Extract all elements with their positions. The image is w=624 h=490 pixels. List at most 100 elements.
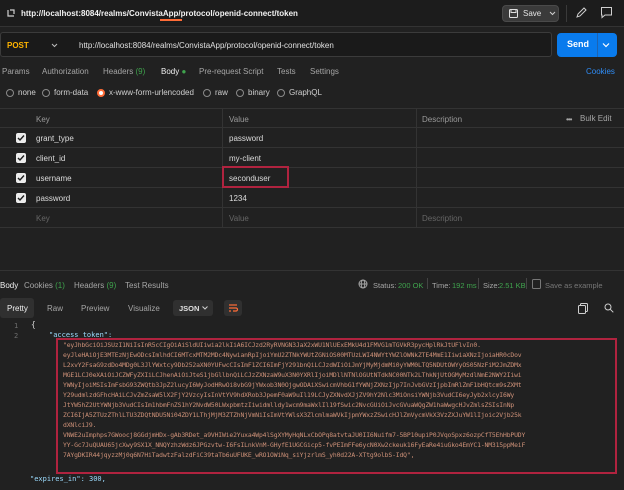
tab-authorization[interactable]: Authorization bbox=[42, 67, 89, 76]
chevron-down-icon[interactable] bbox=[51, 41, 58, 49]
send-divider bbox=[597, 33, 598, 57]
param-value[interactable]: 1234 bbox=[229, 194, 247, 203]
edit-icon[interactable] bbox=[575, 6, 587, 19]
table-row: username seconduser bbox=[0, 168, 624, 188]
column-divider bbox=[416, 108, 417, 228]
size-value[interactable]: 2.51 KB bbox=[499, 281, 526, 290]
column-header-key: Key bbox=[36, 115, 50, 124]
row-checkbox[interactable] bbox=[16, 193, 26, 203]
new-value-input[interactable]: Value bbox=[229, 214, 249, 223]
tab-label: Headers bbox=[74, 281, 105, 290]
tab-label: Body bbox=[161, 67, 180, 76]
radio-dot bbox=[236, 89, 244, 97]
view-tab-pretty[interactable]: Pretty bbox=[7, 304, 28, 313]
table-row-empty: Key Value Description bbox=[0, 208, 624, 228]
tab-count: (9) bbox=[106, 281, 117, 290]
copy-icon[interactable] bbox=[578, 303, 588, 314]
view-tab-preview[interactable]: Preview bbox=[81, 304, 109, 313]
column-header-description: Description bbox=[422, 115, 463, 124]
table-row: client_id my-client bbox=[0, 148, 624, 168]
new-key-input[interactable]: Key bbox=[36, 214, 50, 223]
save-as-example-button[interactable]: Save as example bbox=[545, 281, 603, 290]
radio-label: binary bbox=[248, 88, 270, 97]
tab-tests[interactable]: Tests bbox=[277, 67, 296, 76]
json-key-expires-in: "expires_in": 300, bbox=[30, 475, 106, 483]
line-number: 1 bbox=[14, 322, 19, 330]
search-icon[interactable] bbox=[604, 303, 614, 313]
row-checkbox[interactable] bbox=[16, 173, 26, 183]
radio-label: GraphQL bbox=[289, 88, 322, 97]
param-key[interactable]: password bbox=[36, 194, 70, 203]
tab-pre-request-script[interactable]: Pre-request Script bbox=[199, 67, 263, 76]
radio-label: raw bbox=[215, 88, 228, 97]
tab-label: Params bbox=[2, 67, 30, 76]
highlight-username-value bbox=[222, 166, 289, 188]
resp-tab-body[interactable]: Body bbox=[0, 281, 18, 290]
resp-tab-headers[interactable]: Headers (9) bbox=[74, 281, 116, 290]
save-label: Save bbox=[523, 9, 542, 18]
tab-count: (1) bbox=[55, 281, 65, 290]
format-select[interactable]: JSON bbox=[173, 300, 213, 316]
wrap-icon bbox=[229, 304, 239, 312]
param-key[interactable]: client_id bbox=[36, 154, 65, 163]
divider bbox=[478, 278, 479, 289]
wrap-lines-button[interactable] bbox=[224, 300, 242, 316]
chevron-down-icon[interactable] bbox=[602, 41, 610, 49]
save-button[interactable]: Save bbox=[502, 5, 559, 22]
body-type-radios: none form-data x-www-form-urlencoded raw… bbox=[0, 86, 624, 101]
view-tab-visualize[interactable]: Visualize bbox=[128, 304, 160, 313]
tab-label: Settings bbox=[310, 67, 339, 76]
send-label: Send bbox=[567, 39, 590, 49]
tab-body[interactable]: Body ● bbox=[161, 67, 186, 76]
check-icon bbox=[17, 155, 25, 162]
resp-tab-test-results[interactable]: Test Results bbox=[125, 281, 169, 290]
time-value[interactable]: 192 ms bbox=[452, 281, 477, 290]
cookies-link[interactable]: Cookies bbox=[586, 67, 615, 76]
view-tab-raw[interactable]: Raw bbox=[47, 304, 63, 313]
tab-settings[interactable]: Settings bbox=[310, 67, 339, 76]
chevron-down-icon[interactable] bbox=[549, 9, 556, 17]
size-label: Size: bbox=[483, 281, 500, 290]
tab-params[interactable]: Params bbox=[2, 67, 30, 76]
radio-label: x-www-form-urlencoded bbox=[109, 88, 194, 97]
tab-headers[interactable]: Headers (9) bbox=[103, 67, 145, 76]
param-key[interactable]: grant_type bbox=[36, 134, 74, 143]
line-number: 2 bbox=[14, 332, 19, 340]
new-description-input[interactable]: Description bbox=[422, 214, 462, 223]
radio-dot bbox=[203, 89, 211, 97]
param-value[interactable]: password bbox=[229, 134, 263, 143]
row-checkbox[interactable] bbox=[16, 153, 26, 163]
method-select[interactable]: POST bbox=[7, 41, 29, 50]
status-label: Status: bbox=[373, 281, 397, 290]
url-input[interactable]: http://localhost:8084/realms/ConvistaApp… bbox=[79, 41, 334, 50]
more-options-icon[interactable]: ••• bbox=[566, 115, 572, 124]
table-row: grant_type password bbox=[0, 128, 624, 148]
comment-icon[interactable] bbox=[600, 6, 613, 19]
tab-label: Headers bbox=[103, 67, 134, 76]
chevron-down-icon bbox=[202, 306, 208, 310]
active-tab-indicator bbox=[160, 19, 182, 21]
resp-tab-cookies[interactable]: Cookies (1) bbox=[24, 281, 65, 290]
tab-count: (9) bbox=[135, 67, 146, 76]
globe-icon bbox=[358, 279, 368, 289]
tab-label: Tests bbox=[277, 67, 296, 76]
column-header-value: Value bbox=[229, 115, 249, 124]
radio-dot bbox=[6, 89, 14, 97]
status-value[interactable]: 200 OK bbox=[398, 281, 423, 290]
row-checkbox[interactable] bbox=[16, 133, 26, 143]
title-bar: http://localhost:8084/realms/ConvistaApp… bbox=[0, 0, 624, 27]
radio-dot bbox=[97, 89, 105, 97]
param-value[interactable]: my-client bbox=[229, 154, 261, 163]
radio-label: none bbox=[18, 88, 36, 97]
format-label: JSON bbox=[179, 304, 200, 313]
request-tabs: Params Authorization Headers (9) Body ● … bbox=[0, 62, 624, 82]
check-icon bbox=[17, 135, 25, 142]
radio-label: form-data bbox=[54, 88, 89, 97]
check-icon bbox=[17, 195, 25, 202]
tab-label: Pre-request Script bbox=[199, 67, 264, 76]
param-key[interactable]: username bbox=[36, 174, 72, 183]
table-row: password 1234 bbox=[0, 188, 624, 208]
send-button[interactable]: Send bbox=[557, 33, 617, 57]
bulk-edit-button[interactable]: Bulk Edit bbox=[580, 114, 612, 123]
request-bar: POST http://localhost:8084/realms/Convis… bbox=[0, 32, 552, 57]
